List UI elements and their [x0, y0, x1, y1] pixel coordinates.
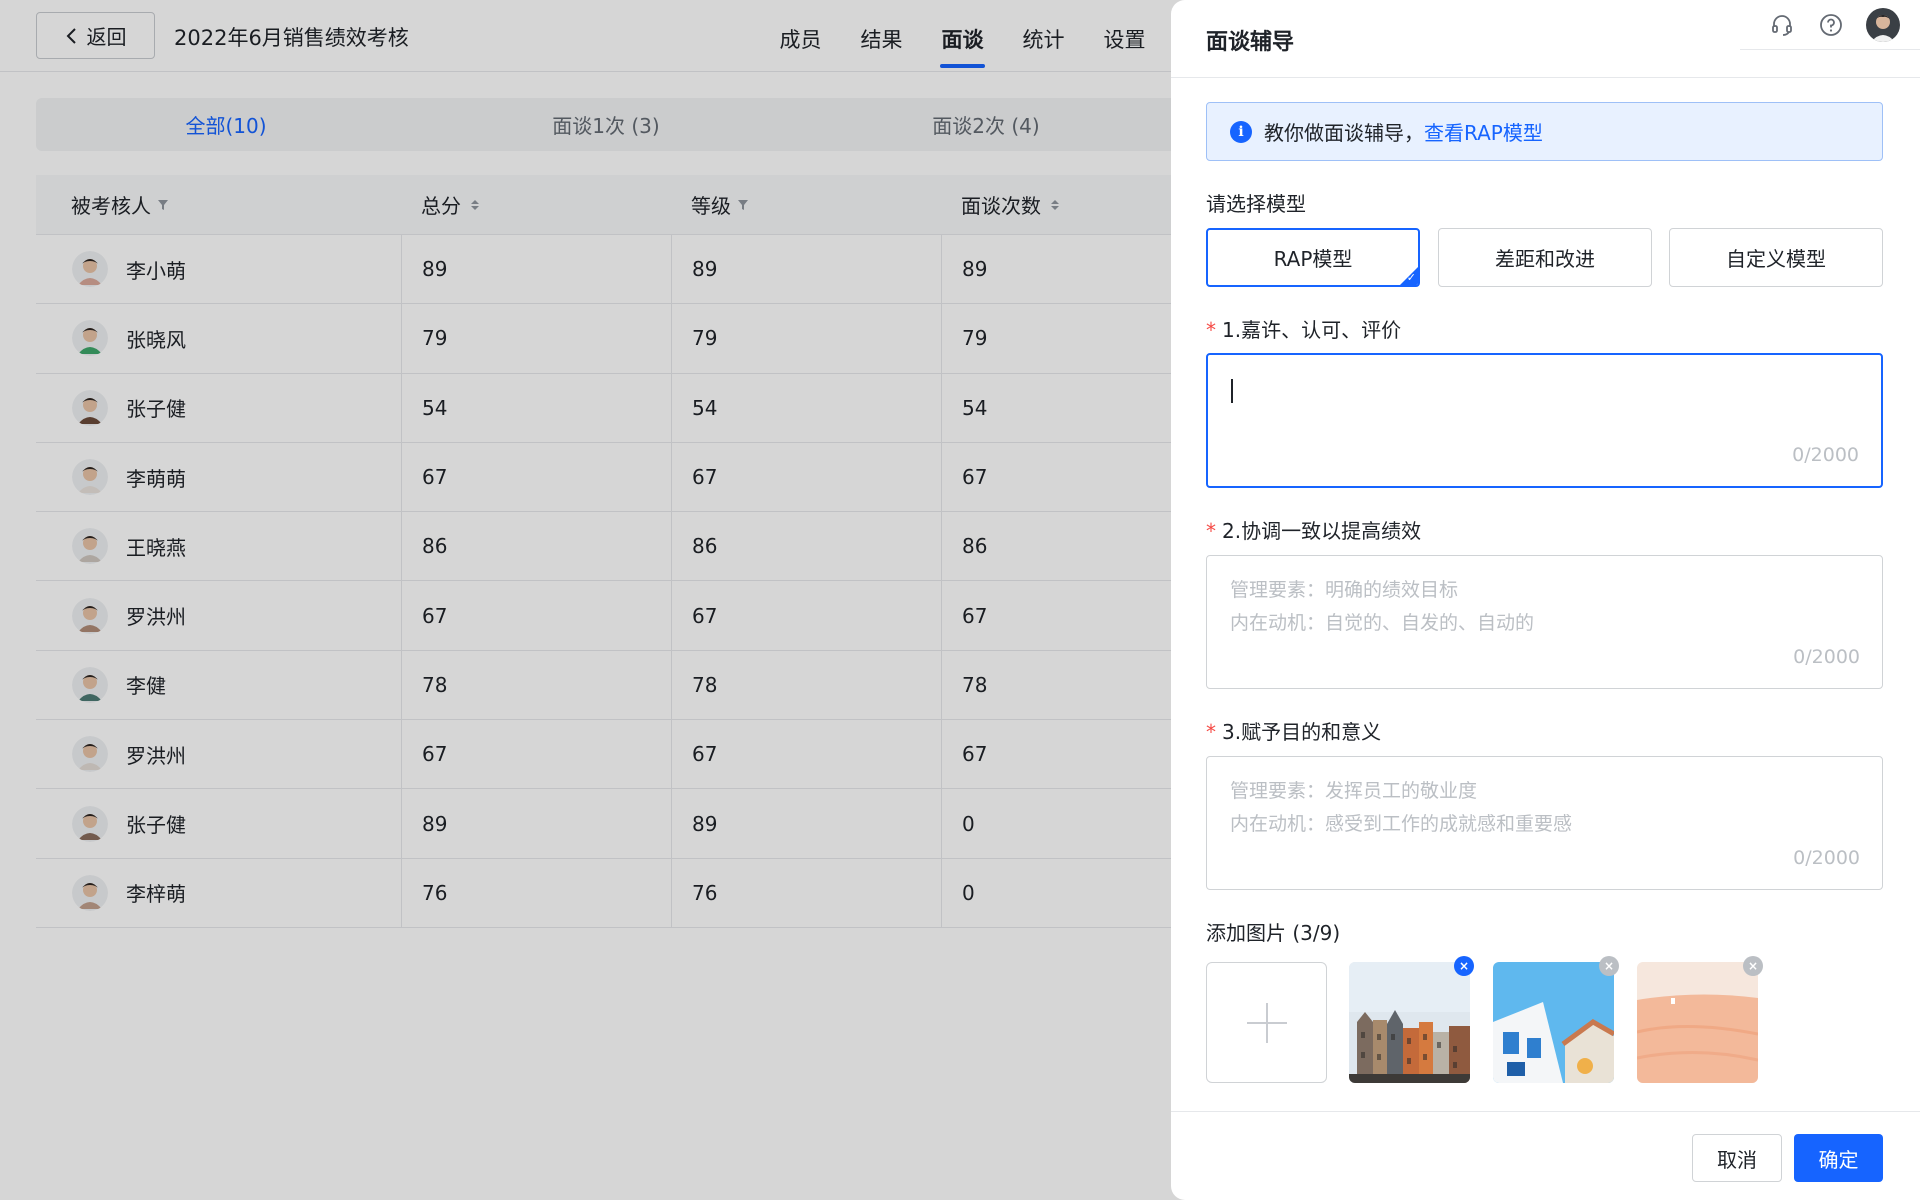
image-thumbnail-blue-house[interactable]	[1493, 962, 1614, 1083]
section-3-label: * 3.赋予目的和意义	[1206, 716, 1381, 745]
model-option-label: 自定义模型	[1726, 247, 1826, 271]
model-option-label: RAP模型	[1273, 247, 1353, 271]
interview-coaching-drawer: 面谈辅导 i 教你做面谈辅导，查看RAP模型 请选择模型 RAP模型 ✓ 差距和…	[1171, 0, 1920, 1200]
rap-model-link[interactable]: 查看RAP模型	[1424, 121, 1543, 145]
model-option-rap[interactable]: RAP模型 ✓	[1206, 228, 1420, 287]
placeholder-line-2: 内在动机：感受到工作的成就感和重要感	[1230, 813, 1573, 835]
section-2-label: * 2.协调一致以提高绩效	[1206, 515, 1421, 544]
add-image-button[interactable]	[1206, 962, 1327, 1083]
add-images-label: 添加图片 (3/9)	[1206, 921, 1341, 945]
info-banner: i 教你做面谈辅导，查看RAP模型	[1206, 102, 1883, 161]
praise-textarea[interactable]: 0/2000	[1206, 353, 1883, 488]
required-mark: *	[1206, 720, 1216, 744]
placeholder-line-1: 管理要素：发挥员工的敬业度	[1230, 780, 1478, 802]
info-icon: i	[1230, 120, 1252, 143]
check-icon: ✓	[1406, 271, 1416, 284]
char-counter: 0/2000	[1793, 646, 1860, 668]
header-tools	[1740, 0, 1920, 50]
info-text: 教你做面谈辅导，查看RAP模型	[1264, 117, 1543, 146]
text-caret	[1231, 379, 1233, 403]
image-thumbnail-buildings[interactable]	[1349, 962, 1470, 1083]
help-icon[interactable]	[1817, 11, 1845, 39]
headset-icon[interactable]	[1768, 11, 1796, 39]
model-option-custom[interactable]: 自定义模型	[1669, 228, 1883, 287]
user-avatar[interactable]	[1866, 7, 1900, 42]
remove-image-icon[interactable]: ×	[1743, 956, 1763, 976]
required-mark: *	[1206, 318, 1216, 342]
placeholder-line-2: 内在动机：自觉的、自发的、自动的	[1230, 612, 1535, 634]
required-mark: *	[1206, 519, 1216, 543]
info-message: 教你做面谈辅导，	[1264, 121, 1424, 145]
char-counter: 0/2000	[1793, 847, 1860, 869]
cancel-button[interactable]: 取消	[1692, 1134, 1782, 1182]
drawer-header: 面谈辅导	[1171, 0, 1920, 78]
section-1-title: 1.嘉许、认可、评价	[1222, 318, 1402, 342]
purpose-textarea[interactable]: 管理要素：发挥员工的敬业度 内在动机：感受到工作的成就感和重要感 0/2000	[1206, 756, 1883, 890]
char-counter: 0/2000	[1792, 444, 1859, 466]
model-select-label: 请选择模型	[1206, 192, 1306, 216]
model-option-gap[interactable]: 差距和改进	[1438, 228, 1652, 287]
plus-icon	[1246, 1002, 1287, 1043]
alignment-textarea[interactable]: 管理要素：明确的绩效目标 内在动机：自觉的、自发的、自动的 0/2000	[1206, 555, 1883, 689]
drawer-title: 面谈辅导	[1206, 30, 1295, 55]
placeholder-line-1: 管理要素：明确的绩效目标	[1230, 579, 1459, 601]
section-3-title: 3.赋予目的和意义	[1222, 720, 1382, 744]
image-thumbnail-desert[interactable]	[1637, 962, 1758, 1083]
section-2-title: 2.协调一致以提高绩效	[1222, 519, 1422, 543]
confirm-button[interactable]: 确定	[1794, 1134, 1883, 1182]
drawer-footer: 取消 确定	[1171, 1111, 1920, 1200]
remove-image-icon[interactable]: ×	[1599, 956, 1619, 976]
section-1-label: * 1.嘉许、认可、评价	[1206, 314, 1401, 343]
model-option-label: 差距和改进	[1495, 247, 1595, 271]
remove-image-icon[interactable]: ×	[1454, 956, 1474, 976]
